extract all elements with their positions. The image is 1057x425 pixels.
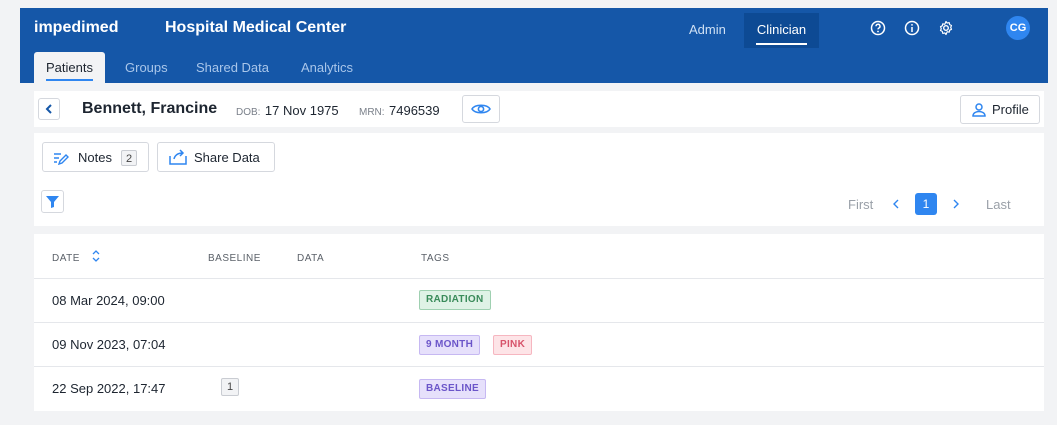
notes-count-badge: 2 <box>121 150 137 166</box>
pagination-last[interactable]: Last <box>986 197 1011 212</box>
role-clinician-link[interactable]: Clinician <box>744 13 819 48</box>
tab-groups[interactable]: Groups <box>125 52 168 83</box>
view-toggle-button[interactable] <box>462 95 500 123</box>
mrn-value: 7496539 <box>389 103 440 118</box>
chevron-right-icon[interactable] <box>950 198 962 210</box>
tab-patients[interactable]: Patients <box>34 52 105 83</box>
notes-label: Notes <box>78 150 112 165</box>
share-data-label: Share Data <box>194 150 260 165</box>
patient-name: Bennett, Francine <box>82 100 218 117</box>
table-row[interactable]: 22 Sep 2022, 17:47 1 BASELINE <box>34 366 1044 411</box>
notes-button[interactable]: Notes 2 <box>42 142 149 172</box>
share-data-button[interactable]: Share Data <box>157 142 275 172</box>
dob-value: 17 Nov 1975 <box>264 103 339 118</box>
share-icon <box>169 149 187 165</box>
baseline-count-badge: 1 <box>221 378 239 396</box>
profile-button[interactable]: Profile <box>960 95 1040 124</box>
row-date: 09 Nov 2023, 07:04 <box>52 337 166 352</box>
chevron-left-icon[interactable] <box>890 198 902 210</box>
brand-logo[interactable]: impedimed <box>34 19 118 37</box>
sort-icon[interactable] <box>91 249 101 263</box>
active-role-underline <box>756 43 807 45</box>
role-clinician-label: Clinician <box>756 22 807 37</box>
pagination-page-current[interactable]: 1 <box>915 193 937 215</box>
organization-name: Hospital Medical Center <box>165 19 347 36</box>
person-icon <box>972 103 986 117</box>
profile-label: Profile <box>992 102 1029 117</box>
eye-icon <box>471 104 491 114</box>
back-button[interactable] <box>38 98 60 120</box>
table-row[interactable]: 09 Nov 2023, 07:04 9 MONTH PINK <box>34 322 1044 367</box>
info-icon[interactable] <box>904 20 920 36</box>
filter-button[interactable] <box>41 190 64 213</box>
patient-mrn: MRN: 7496539 <box>359 102 440 120</box>
column-header-baseline: BASELINE <box>208 253 261 264</box>
pagination-first[interactable]: First <box>848 197 873 212</box>
top-header: impedimed Hospital Medical Center Admin … <box>20 8 1048 48</box>
edit-notes-icon <box>54 153 69 166</box>
tab-patients-label: Patients <box>46 60 93 75</box>
settings-icon[interactable] <box>938 20 954 36</box>
role-admin-link[interactable]: Admin <box>689 22 726 37</box>
help-icon[interactable] <box>870 20 886 36</box>
main-nav: Patients Groups Shared Data Analytics <box>20 48 1048 83</box>
user-avatar[interactable]: CG <box>1006 16 1030 40</box>
mrn-label: MRN: <box>359 107 385 118</box>
tag-badge: RADIATION <box>419 290 491 310</box>
column-header-tags: TAGS <box>421 253 450 264</box>
chevron-left-icon <box>45 104 52 114</box>
tag-badge: 9 MONTH <box>419 335 481 355</box>
patient-dob: DOB: 17 Nov 1975 <box>236 102 339 120</box>
tab-analytics[interactable]: Analytics <box>301 52 353 83</box>
row-date: 08 Mar 2024, 09:00 <box>52 293 165 308</box>
tag-badge: BASELINE <box>419 379 486 399</box>
column-header-data: DATA <box>297 253 325 264</box>
filter-icon <box>46 196 59 208</box>
active-tab-underline <box>46 79 93 81</box>
dob-label: DOB: <box>236 107 261 118</box>
column-header-date[interactable]: DATE <box>52 253 80 264</box>
tab-shared-data[interactable]: Shared Data <box>196 52 269 83</box>
table-row[interactable]: 08 Mar 2024, 09:00 RADIATION <box>34 278 1044 323</box>
table-header <box>34 234 1044 278</box>
tag-badge: PINK <box>493 335 533 355</box>
row-date: 22 Sep 2022, 17:47 <box>52 381 166 396</box>
